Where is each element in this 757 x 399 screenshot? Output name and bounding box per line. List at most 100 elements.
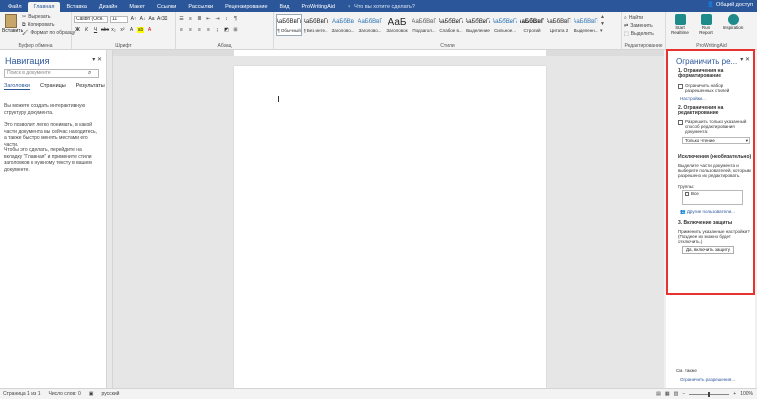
font-color-icon[interactable]: A bbox=[146, 27, 153, 33]
proofing-icon[interactable]: ▣ bbox=[89, 391, 94, 397]
numbering-icon[interactable]: ≡ bbox=[187, 16, 194, 22]
style-item[interactable]: АаБбВвГг, ¶ Без инте... bbox=[303, 14, 329, 36]
style-item[interactable]: АаБбВв Заголово... bbox=[330, 14, 356, 36]
justify-icon[interactable]: ≡ bbox=[205, 27, 212, 33]
cut-button[interactable]: ✂ Вырезать bbox=[22, 14, 75, 20]
line-spacing-icon[interactable]: ↨ bbox=[214, 27, 221, 33]
editing-type-select[interactable]: Только чтение ▾ bbox=[682, 137, 750, 144]
zoom-slider[interactable] bbox=[689, 391, 730, 397]
tab-pages[interactable]: Страницы bbox=[40, 83, 66, 90]
other-users-link[interactable]: 👥 Другие пользователи... bbox=[680, 209, 754, 214]
close-icon[interactable]: ▾ ✕ bbox=[92, 56, 102, 63]
style-item[interactable]: АаБбВвГг Выделение bbox=[465, 14, 491, 36]
zoom-thumb[interactable] bbox=[708, 391, 711, 397]
borders-icon[interactable]: ⊞ bbox=[232, 27, 239, 33]
group-item-everyone[interactable]: Все bbox=[683, 191, 742, 197]
style-item[interactable]: АаБбВвГг Выделенн... bbox=[573, 14, 599, 36]
tab-layout[interactable]: Макет bbox=[123, 2, 151, 12]
change-case-icon[interactable]: Aa bbox=[148, 16, 155, 22]
word-count[interactable]: Число слов: 0 bbox=[48, 391, 80, 397]
enforce-protection-button[interactable]: Да, включить защиту bbox=[682, 246, 734, 254]
tab-results[interactable]: Результаты bbox=[76, 83, 105, 90]
language[interactable]: русский bbox=[101, 391, 119, 397]
style-item[interactable]: АаБбВвГг Сильное... bbox=[492, 14, 518, 36]
decrease-indent-icon[interactable]: ⇤ bbox=[205, 16, 212, 22]
paste-button[interactable]: Вставить bbox=[2, 14, 23, 34]
multilevel-icon[interactable]: ≣ bbox=[196, 16, 203, 22]
highlight-icon[interactable]: ab bbox=[137, 27, 144, 33]
shrink-font-icon[interactable]: A↓ bbox=[139, 16, 146, 22]
select-button[interactable]: ⬚ Выделить bbox=[624, 31, 663, 37]
superscript-icon[interactable]: x² bbox=[119, 27, 126, 33]
print-layout-icon[interactable]: ▦ bbox=[665, 391, 670, 397]
read-mode-icon[interactable]: ▤ bbox=[656, 391, 661, 397]
tab-headings[interactable]: Заголовки bbox=[4, 83, 30, 90]
search-icon[interactable]: ⌕ bbox=[88, 70, 91, 77]
tab-design[interactable]: Дизайн bbox=[93, 2, 124, 12]
section3-heading: 3. Включение защиты bbox=[678, 220, 733, 226]
zoom-out-icon[interactable]: − bbox=[682, 391, 685, 397]
underline-icon[interactable]: Ч bbox=[92, 27, 99, 33]
copy-button[interactable]: ⧉ Копировать bbox=[22, 22, 75, 28]
tab-insert[interactable]: Вставка bbox=[60, 2, 92, 12]
align-center-icon[interactable]: ≡ bbox=[187, 27, 194, 33]
font-size-combo[interactable]: 11 bbox=[110, 15, 128, 23]
style-label: Заголово... bbox=[358, 28, 382, 33]
align-left-icon[interactable]: ≡ bbox=[178, 27, 185, 33]
italic-icon[interactable]: К bbox=[83, 27, 90, 33]
settings-link[interactable]: Настройки... bbox=[680, 96, 754, 101]
status-bar: Страница 1 из 1 Число слов: 0 ▣ русский … bbox=[0, 388, 757, 399]
tab-view[interactable]: Вид bbox=[274, 2, 296, 12]
nav-tabs: Заголовки Страницы Результаты bbox=[4, 83, 105, 90]
format-painter-button[interactable]: 🖌 Формат по образцу bbox=[22, 30, 75, 36]
groups-list[interactable]: Все bbox=[682, 190, 743, 205]
style-preview: АаБбВвГг bbox=[438, 19, 464, 25]
bold-icon[interactable]: Ж bbox=[74, 27, 81, 33]
page-count[interactable]: Страница 1 из 1 bbox=[3, 391, 40, 397]
shading-icon[interactable]: ◩ bbox=[223, 27, 230, 33]
section1-heading: 1. Ограничения на форматирование bbox=[678, 68, 724, 80]
zoom-in-icon[interactable]: + bbox=[733, 391, 736, 397]
style-item[interactable]: АаБбВвГ Заголово... bbox=[357, 14, 383, 36]
nav-search-input[interactable]: Поиск в документе bbox=[4, 69, 99, 78]
chevron-down-icon: ▾ bbox=[745, 138, 748, 143]
close-icon[interactable]: ▾ ✕ bbox=[740, 56, 750, 63]
share-button[interactable]: 👤 Общий доступ bbox=[707, 2, 753, 8]
style-item[interactable]: АаБбВвГ Подзагол... bbox=[411, 14, 437, 36]
style-item[interactable]: АаБ Заголовок bbox=[384, 14, 410, 36]
style-preview: АаБбВвГг, bbox=[276, 19, 302, 25]
style-item[interactable]: АаБбВвГг, ¶ Обычный bbox=[276, 14, 302, 36]
strikethrough-icon[interactable]: abc bbox=[101, 27, 109, 33]
subscript-icon[interactable]: x₂ bbox=[110, 27, 117, 33]
find-button[interactable]: ⌕ Найти bbox=[624, 15, 663, 21]
tab-references[interactable]: Ссылки bbox=[151, 2, 182, 12]
restrict-permission-link[interactable]: Ограничить разрешения... bbox=[680, 377, 754, 382]
clipboard-icon bbox=[5, 14, 17, 28]
zoom-level[interactable]: 100% bbox=[740, 391, 753, 397]
clear-format-icon[interactable]: A⌫ bbox=[157, 16, 167, 22]
style-item[interactable]: АаБбВвГг Строгий bbox=[519, 14, 545, 36]
sort-icon[interactable]: ↕ bbox=[223, 16, 230, 22]
restrict-styles-checkbox[interactable] bbox=[678, 84, 683, 89]
style-item[interactable]: АаБбВвГг Цитата 2 bbox=[546, 14, 572, 36]
tab-home[interactable]: Главная bbox=[27, 2, 61, 12]
tab-file[interactable]: Файл bbox=[2, 2, 28, 12]
tab-mailings[interactable]: Рассылки bbox=[182, 2, 219, 12]
web-layout-icon[interactable]: ▥ bbox=[674, 391, 679, 397]
document-page[interactable] bbox=[234, 66, 546, 388]
grow-font-icon[interactable]: A↑ bbox=[130, 16, 137, 22]
align-right-icon[interactable]: ≡ bbox=[196, 27, 203, 33]
pilcrow-icon[interactable]: ¶ bbox=[232, 16, 239, 22]
style-item[interactable]: АаБбВвГг Слабое в... bbox=[438, 14, 464, 36]
allow-editing-checkbox[interactable] bbox=[678, 120, 683, 125]
bullets-icon[interactable]: ☰ bbox=[178, 16, 185, 22]
tell-me-box[interactable]: ♀ Что вы хотите сделать? bbox=[341, 2, 415, 12]
font-name-combo[interactable]: Calibri (Осн. bbox=[74, 15, 108, 23]
group-item-checkbox[interactable] bbox=[685, 192, 689, 196]
tab-review[interactable]: Рецензирование bbox=[219, 2, 273, 12]
tab-prowritingaid[interactable]: ProWritingAid bbox=[296, 2, 342, 12]
text-effects-icon[interactable]: A bbox=[128, 27, 135, 33]
replace-button[interactable]: ⇄ Заменить bbox=[624, 23, 663, 29]
style-label: Подзагол... bbox=[412, 28, 436, 33]
increase-indent-icon[interactable]: ⇥ bbox=[214, 16, 221, 22]
